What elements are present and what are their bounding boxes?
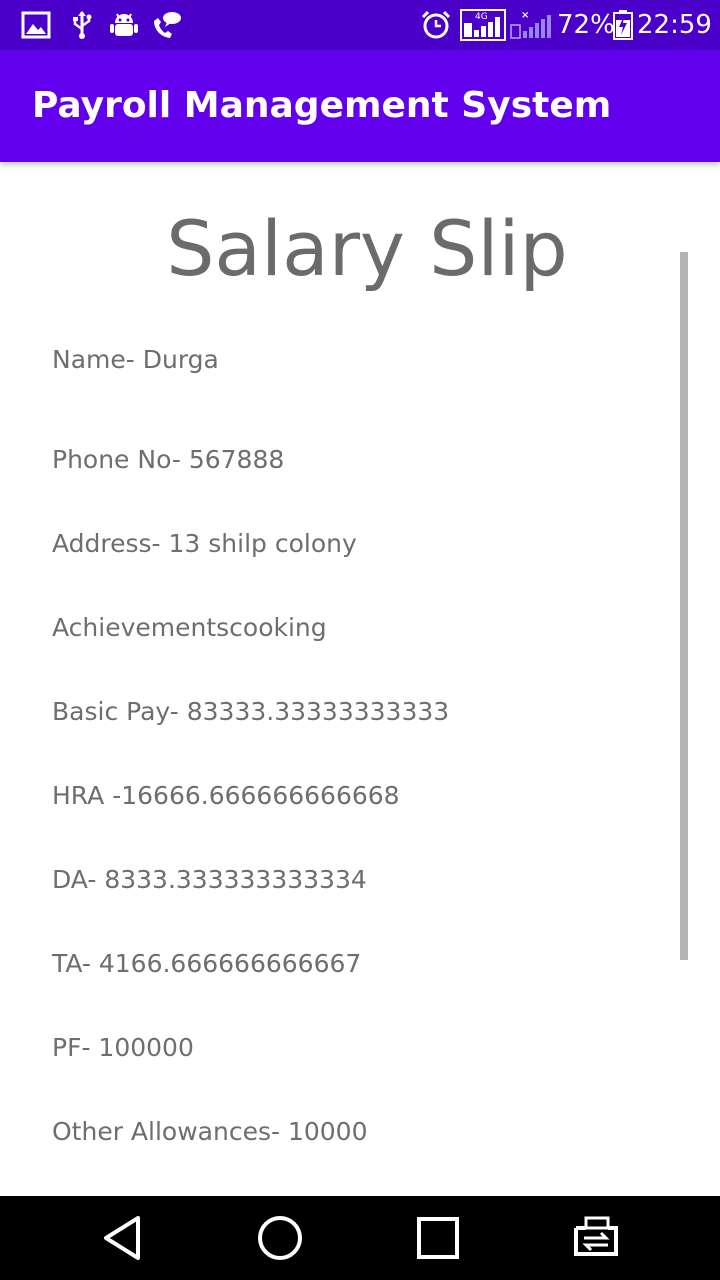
home-icon[interactable] [250, 1208, 310, 1268]
network-label: 4G [475, 12, 488, 22]
scrollbar-thumb[interactable] [680, 252, 688, 960]
employee-phone: Phone No- 567888 [52, 445, 285, 474]
signal-sim2-icon: × [510, 10, 551, 39]
app-bar: Payroll Management System [0, 50, 720, 162]
pf-amount: PF- 100000 [52, 1033, 194, 1062]
other-allowances: Other Allowances- 10000 [52, 1117, 368, 1146]
employee-achievements: Achievementscooking [52, 613, 327, 642]
navigation-bar [0, 1196, 720, 1280]
signal-4g-sim1-icon: 4G [460, 9, 506, 41]
battery-charging-icon [613, 10, 633, 40]
android-debug-icon [110, 13, 138, 36]
alarm-icon [421, 10, 451, 39]
salary-slip-title: Salary Slip [166, 204, 568, 293]
clock: 22:59 [637, 10, 712, 40]
employee-address: Address- 13 shilp colony [52, 529, 357, 558]
chat-bubble-icon [154, 12, 181, 38]
app-title: Payroll Management System [32, 85, 612, 126]
hra-amount: HRA -16666.666666666668 [52, 781, 400, 810]
employee-name: Name- Durga [52, 345, 219, 374]
da-amount: DA- 8333.333333333334 [52, 865, 367, 894]
svg-text:×: × [521, 10, 529, 21]
image-icon [21, 11, 51, 39]
back-icon[interactable] [92, 1208, 152, 1268]
battery-percent: 72% [557, 10, 615, 40]
usb-icon [73, 11, 92, 39]
basic-pay: Basic Pay- 83333.33333333333 [52, 697, 450, 726]
status-bar: 4G × 72% 22:59 [0, 0, 720, 50]
salary-slip-scroll-view[interactable]: Salary Slip Name- Durga Phone No- 567888… [0, 162, 720, 1196]
recents-icon[interactable] [408, 1208, 468, 1268]
switch-apps-icon[interactable] [566, 1208, 626, 1268]
ta-amount: TA- 4166.666666666667 [52, 949, 362, 978]
